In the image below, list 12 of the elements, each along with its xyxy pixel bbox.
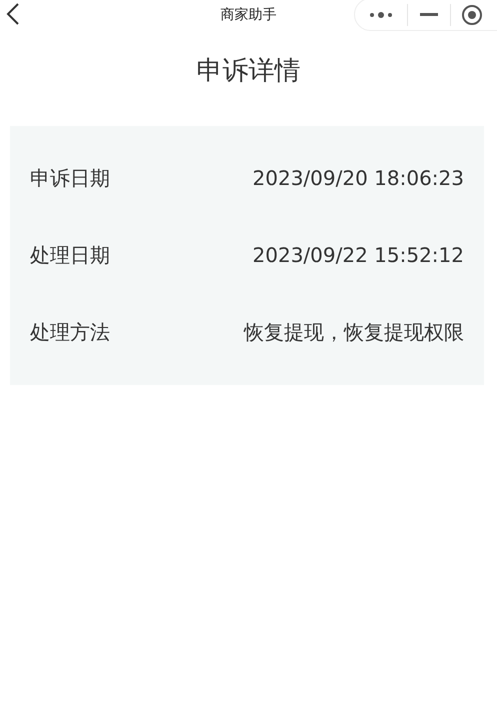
close-icon[interactable] xyxy=(461,4,483,26)
nav-title: 商家助手 xyxy=(220,6,276,24)
detail-label: 申诉日期 xyxy=(30,164,110,192)
page-heading: 申诉详情 xyxy=(196,55,300,88)
detail-value: 2023/09/22 15:52:12 xyxy=(252,242,464,268)
detail-label: 处理方法 xyxy=(30,318,110,346)
more-icon[interactable] xyxy=(369,10,393,18)
minimize-icon[interactable] xyxy=(420,12,438,16)
back-icon[interactable] xyxy=(6,3,20,25)
detail-value: 恢复提现，恢复提现权限 xyxy=(244,318,464,346)
detail-label: 处理日期 xyxy=(30,242,110,268)
detail-value: 2023/09/20 18:06:23 xyxy=(252,164,464,192)
